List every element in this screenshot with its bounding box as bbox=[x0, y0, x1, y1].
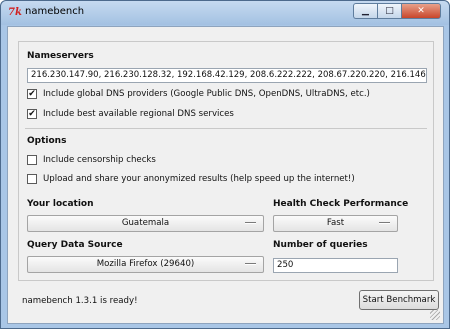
dropdown-arrow-icon bbox=[245, 222, 256, 224]
maximize-button[interactable]: □ bbox=[377, 3, 401, 19]
title-bar[interactable]: 7k namebench ▁ □ ✕ bbox=[1, 1, 449, 25]
nameservers-heading: Nameservers bbox=[27, 51, 94, 61]
include-global-row[interactable]: ✔ Include global DNS providers (Google P… bbox=[27, 89, 370, 99]
window-title: namebench bbox=[25, 6, 85, 17]
namebench-window: 7k namebench ▁ □ ✕ Nameservers 216.230.1… bbox=[0, 0, 450, 329]
main-panel: Nameservers 216.230.147.90, 216.230.128.… bbox=[7, 26, 444, 324]
minimize-icon: ▁ bbox=[362, 6, 369, 16]
nameservers-input[interactable]: 216.230.147.90, 216.230.128.32, 192.168.… bbox=[27, 68, 427, 83]
query-source-label: Query Data Source bbox=[27, 240, 123, 250]
status-text: namebench 1.3.1 is ready! bbox=[22, 296, 138, 306]
dropdown-arrow-icon bbox=[379, 222, 390, 224]
censorship-label: Include censorship checks bbox=[43, 155, 156, 165]
location-value: Guatemala bbox=[121, 218, 170, 228]
upload-row[interactable]: Upload and share your anonymized results… bbox=[27, 174, 355, 184]
censorship-checkbox[interactable] bbox=[27, 155, 37, 165]
include-regional-label: Include best available regional DNS serv… bbox=[43, 109, 234, 119]
include-regional-row[interactable]: ✔ Include best available regional DNS se… bbox=[27, 109, 234, 119]
settings-group: Nameservers 216.230.147.90, 216.230.128.… bbox=[18, 41, 434, 281]
include-global-label: Include global DNS providers (Google Pub… bbox=[43, 89, 370, 99]
minimize-button[interactable]: ▁ bbox=[353, 3, 377, 19]
section-divider bbox=[25, 128, 427, 129]
health-check-label: Health Check Performance bbox=[273, 199, 409, 209]
namebench-app-icon: 7k bbox=[8, 7, 22, 18]
censorship-row[interactable]: Include censorship checks bbox=[27, 155, 156, 165]
dropdown-arrow-icon bbox=[245, 263, 256, 265]
query-source-dropdown[interactable]: Mozilla Firefox (29640) bbox=[27, 256, 264, 273]
resize-grip[interactable] bbox=[430, 310, 440, 320]
close-icon: ✕ bbox=[417, 6, 425, 16]
include-global-checkbox[interactable]: ✔ bbox=[27, 89, 37, 99]
num-queries-input[interactable]: 250 bbox=[273, 258, 398, 273]
start-benchmark-button[interactable]: Start Benchmark bbox=[359, 290, 439, 310]
window-controls: ▁ □ ✕ bbox=[353, 3, 441, 19]
location-dropdown[interactable]: Guatemala bbox=[27, 215, 264, 232]
upload-label: Upload and share your anonymized results… bbox=[43, 174, 355, 184]
num-queries-label: Number of queries bbox=[273, 240, 368, 250]
location-label: Your location bbox=[27, 199, 94, 209]
include-regional-checkbox[interactable]: ✔ bbox=[27, 109, 37, 119]
upload-checkbox[interactable] bbox=[27, 174, 37, 184]
options-heading: Options bbox=[27, 136, 67, 146]
health-check-value: Fast bbox=[326, 218, 345, 228]
maximize-icon: □ bbox=[385, 6, 394, 16]
query-source-value: Mozilla Firefox (29640) bbox=[96, 259, 195, 269]
health-check-dropdown[interactable]: Fast bbox=[273, 215, 398, 232]
close-button[interactable]: ✕ bbox=[401, 3, 441, 19]
